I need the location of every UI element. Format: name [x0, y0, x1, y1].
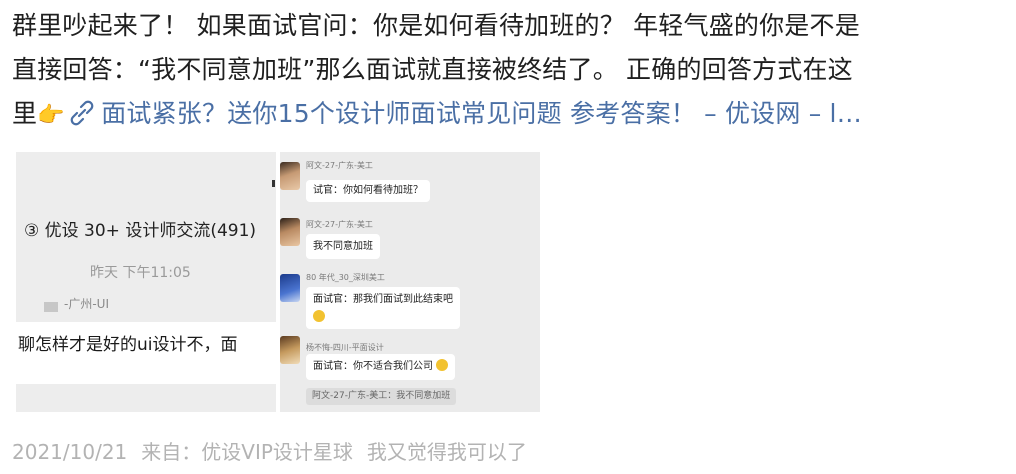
sender-name: -广州-UI [64, 297, 109, 311]
message-sender-name: 杨不悔-四川-平面设计 [306, 343, 384, 352]
message-sender-name: 阿文-27-广东-美工 [306, 161, 373, 170]
chat-message: 聊怎样才是好的ui设计不，面 [16, 322, 276, 384]
post-line-2: 直接回答：“我不同意加班”那么面试就直接被终结了。 正确的回答方式在这 [12, 55, 853, 84]
chat-screenshot-left: ③ 优设 30+ 设计师交流(491) 昨天 下午11:05 -广州-UI 聊怎… [16, 152, 276, 412]
quoted-message-chip: 阿文-27-广东-美工：我不同意加班 [306, 388, 457, 405]
message-text: 面试官：你不适合我们公司 [313, 361, 433, 372]
post-image-card[interactable]: ③ 优设 30+ 设计师交流(491) 昨天 下午11:05 -广州-UI 聊怎… [16, 152, 540, 412]
pointing-hand-icon: 👉 [37, 103, 65, 128]
emoji-icon [436, 359, 449, 371]
message-sender-name: 80 年代_30_深圳美工 [306, 273, 385, 282]
avatar [280, 274, 300, 302]
post-comment: 我又觉得我可以了 [366, 440, 527, 464]
scroll-mark [272, 180, 275, 187]
avatar [280, 162, 300, 190]
avatar [280, 218, 300, 246]
article-link[interactable]: 面试紧张？送你15个设计师面试常见问题 参考答案！ – 优设网 – l… [101, 99, 862, 128]
post-line-1: 群里吵起来了！ 如果面试官问：你是如何看待加班的？ 年轻气盛的你是不是 [12, 11, 860, 40]
message-bubble: 我不同意加班 [306, 234, 380, 259]
post-date: 2021/10/21 [12, 440, 128, 464]
avatar [280, 336, 300, 364]
link-icon[interactable] [67, 100, 97, 126]
post-source[interactable]: 来自：优设VIP设计星球 [141, 440, 353, 464]
post-line-3: 里👉 面试紧张？送你15个设计师面试常见问题 参考答案！ – 优设网 – l… [12, 92, 1002, 136]
post-meta: 2021/10/21 来自：优设VIP设计星球 我又觉得我可以了 [12, 436, 541, 465]
emoji-icon [313, 310, 325, 322]
chat-timestamp: 昨天 下午11:05 [90, 265, 191, 281]
chat-screenshot-right: 阿文-27-广东-美工 试官：你如何看待加班？ 阿文-27-广东-美工 我不同意… [272, 152, 540, 412]
message-bubble: 面试官：你不适合我们公司 [306, 354, 456, 380]
message-text: 面试官：那我们面试到此结束吧 [313, 294, 453, 305]
group-chat-title: ③ 优设 30+ 设计师交流(491) [24, 221, 257, 241]
post-text: 群里吵起来了！ 如果面试官问：你是如何看待加班的？ 年轻气盛的你是不是 直接回答… [12, 4, 1002, 136]
message-sender-name: 阿文-27-广东-美工 [306, 220, 373, 229]
message-bubble: 面试官：那我们面试到此结束吧 [306, 287, 460, 329]
sender-avatar [44, 302, 58, 312]
post-line-3-prefix: 里 [12, 99, 38, 128]
message-bubble: 试官：你如何看待加班？ [306, 180, 430, 202]
